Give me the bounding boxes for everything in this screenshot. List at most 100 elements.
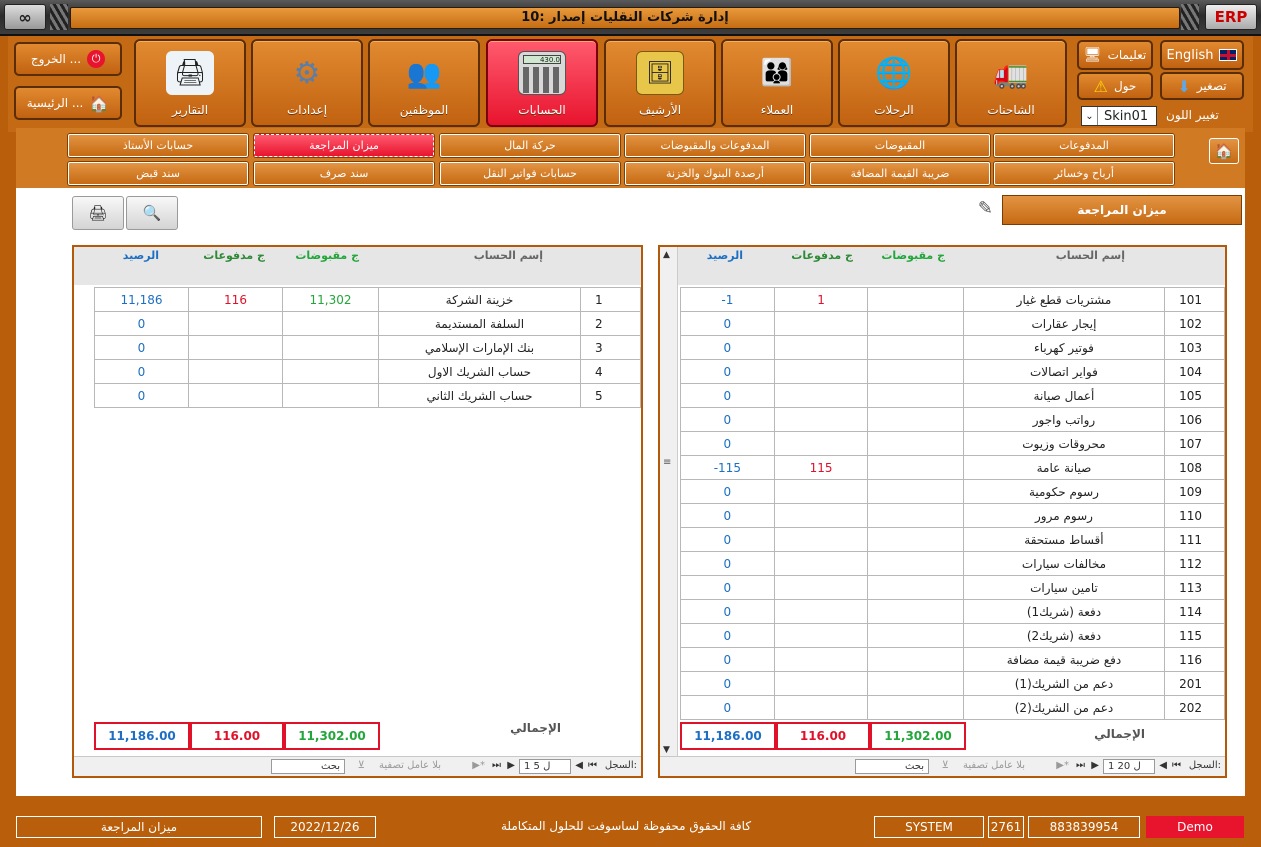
cell-received[interactable] (867, 599, 964, 624)
cell-paid[interactable] (773, 335, 869, 360)
cell-account-name[interactable]: محروقات وزيوت (962, 431, 1166, 456)
cell-account-name[interactable]: رسوم حكومية (962, 479, 1166, 504)
cell-account-name[interactable]: إيجار عقارات (962, 311, 1166, 336)
nav-employees[interactable]: 👥 الموظفين (368, 39, 480, 127)
cell-account-no[interactable]: 201 (1164, 671, 1225, 696)
subnav-ledger[interactable]: حسابات الأستاذ (68, 134, 248, 157)
cell-account-no[interactable]: 106 (1164, 407, 1225, 432)
cell-account-name[interactable]: صيانة عامة (962, 455, 1166, 480)
cell-paid[interactable] (773, 311, 869, 336)
cell-account-name[interactable]: فواير اتصالات (962, 359, 1166, 384)
cell-received[interactable] (282, 359, 379, 384)
print-button[interactable]: 🖨 (72, 196, 124, 230)
cell-balance[interactable]: 0 (680, 671, 775, 696)
cell-received[interactable] (867, 623, 964, 648)
table-row[interactable]: -115 115 صيانة عامة 108 (680, 455, 1225, 480)
nav-reports[interactable]: 🖨 التقارير (134, 39, 246, 127)
cell-account-no[interactable]: 1 (580, 287, 641, 312)
scroll-grip-icon[interactable]: ≡ (663, 457, 671, 468)
cell-balance[interactable]: 0 (680, 527, 775, 552)
cell-account-name[interactable]: رسوم مرور (962, 503, 1166, 528)
cell-account-no[interactable]: 110 (1164, 503, 1225, 528)
last-record-icon[interactable]: ⏭ (1076, 760, 1085, 771)
cell-paid[interactable] (773, 575, 869, 600)
nav-accounts[interactable]: 430.0 الحسابات (486, 39, 598, 127)
cell-paid[interactable] (188, 335, 283, 360)
table-row[interactable]: 0 دفع ضريبة قيمة مضافة 116 (680, 647, 1225, 672)
table-row[interactable]: 0 رواتب واجور 106 (680, 407, 1225, 432)
cell-paid[interactable] (773, 431, 869, 456)
last-record-icon[interactable]: ⏭ (492, 760, 501, 771)
cell-account-name[interactable]: دفعة (شريك2) (962, 623, 1166, 648)
pager-position[interactable]: 1 ل 20 (1103, 759, 1155, 774)
cell-account-name[interactable]: خزينة الشركة (378, 287, 581, 312)
next-record-icon[interactable]: ▶ (507, 760, 515, 771)
cell-paid[interactable]: 1 (773, 287, 869, 312)
cell-paid[interactable]: 116 (188, 287, 283, 312)
subnav-bank-balances[interactable]: أرصدة البنوك والخزنة (625, 162, 805, 185)
cell-received[interactable] (867, 695, 964, 720)
cell-balance[interactable]: 0 (680, 575, 775, 600)
cell-received[interactable] (867, 527, 964, 552)
cell-account-no[interactable]: 116 (1164, 647, 1225, 672)
cell-paid[interactable] (188, 383, 283, 408)
cell-account-no[interactable]: 102 (1164, 311, 1225, 336)
cell-account-no[interactable]: 103 (1164, 335, 1225, 360)
cell-received[interactable] (867, 359, 964, 384)
nav-settings[interactable]: ⚙ إعدادات (251, 39, 363, 127)
cell-balance[interactable]: 0 (680, 599, 775, 624)
cell-account-no[interactable]: 202 (1164, 695, 1225, 720)
cell-account-no[interactable]: 115 (1164, 623, 1225, 648)
exit-button[interactable]: الخروج ... ⏻ (14, 42, 122, 76)
table-row[interactable]: 0 حساب الشريك الاول 4 (94, 359, 641, 384)
cell-paid[interactable] (773, 551, 869, 576)
cell-account-name[interactable]: مشتريات قطع غيار (962, 287, 1166, 312)
subnav-profit-loss[interactable]: أرباح وخسائر (994, 162, 1174, 185)
table-row[interactable]: -1 1 مشتريات قطع غيار 101 (680, 287, 1225, 312)
filter-label[interactable]: بلا عامل تصفية (963, 760, 1025, 771)
table-row[interactable]: 0 دفعة (شريك1) 114 (680, 599, 1225, 624)
subnav-payments[interactable]: المدفوعات (994, 134, 1174, 157)
cell-balance[interactable]: 0 (680, 311, 775, 336)
home-button[interactable]: الرئيسية ... 🏠 (14, 86, 122, 120)
table-row[interactable]: 0 دعم من الشريك(2) 202 (680, 695, 1225, 720)
cell-account-no[interactable]: 114 (1164, 599, 1225, 624)
skin-select[interactable]: ⌄ Skin01 (1081, 106, 1157, 126)
cell-balance[interactable]: 0 (94, 359, 189, 384)
table-row[interactable]: 0 دفعة (شريك2) 115 (680, 623, 1225, 648)
cell-paid[interactable] (188, 311, 283, 336)
cell-balance[interactable]: 0 (680, 479, 775, 504)
cell-account-no[interactable]: 111 (1164, 527, 1225, 552)
table-row[interactable]: 11,186 116 11,302 خزينة الشركة 1 (94, 287, 641, 312)
subnav-vat[interactable]: ضريبة القيمة المضافة (810, 162, 990, 185)
cell-balance[interactable]: 0 (680, 503, 775, 528)
cell-account-no[interactable]: 108 (1164, 455, 1225, 480)
prev-record-icon[interactable]: ◀ (575, 760, 583, 771)
cell-paid[interactable] (773, 599, 869, 624)
cell-received[interactable] (867, 383, 964, 408)
nav-trips[interactable]: 🌐 الرحلات (838, 39, 950, 127)
subnav-transport-invoices[interactable]: حسابات فواتير النقل (440, 162, 620, 185)
cell-paid[interactable] (773, 503, 869, 528)
help-button[interactable]: 🖥 تعليمات (1077, 40, 1153, 70)
cell-paid[interactable] (188, 359, 283, 384)
cell-paid[interactable] (773, 479, 869, 504)
table-row[interactable]: 0 فوتير كهرباء 103 (680, 335, 1225, 360)
about-button[interactable]: ⚠ حول (1077, 72, 1153, 100)
subnav-receipts[interactable]: المقبوضات (810, 134, 990, 157)
scroll-down-icon[interactable]: ▼ (663, 745, 670, 755)
table-row[interactable]: 0 السلفة المستديمة 2 (94, 311, 641, 336)
cell-account-name[interactable]: حساب الشريك الاول (378, 359, 581, 384)
cell-account-name[interactable]: دفع ضريبة قيمة مضافة (962, 647, 1166, 672)
cell-account-no[interactable]: 105 (1164, 383, 1225, 408)
table-row[interactable]: 0 تامين سيارات 113 (680, 575, 1225, 600)
cell-account-no[interactable]: 104 (1164, 359, 1225, 384)
cell-account-name[interactable]: تامين سيارات (962, 575, 1166, 600)
cell-account-name[interactable]: فوتير كهرباء (962, 335, 1166, 360)
new-record-icon[interactable]: ▶* (1056, 760, 1069, 771)
cell-received[interactable] (867, 551, 964, 576)
cell-received[interactable] (282, 335, 379, 360)
first-record-icon[interactable]: ⏮ (588, 760, 597, 771)
cell-received[interactable] (867, 311, 964, 336)
cell-account-name[interactable]: دعم من الشريك(2) (962, 695, 1166, 720)
